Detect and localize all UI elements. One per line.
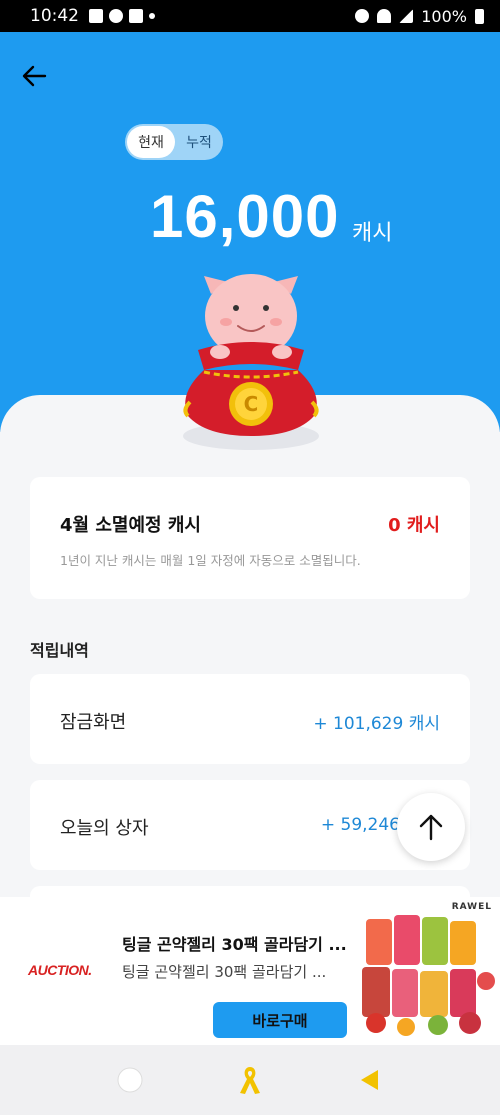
expire-title: 4월 소멸예정 캐시 <box>60 515 201 536</box>
settings-status-icon <box>109 9 123 23</box>
expire-card: 4월 소멸예정 캐시 0 캐시 1년이 지난 캐시는 매월 1일 자정에 자동으… <box>30 477 470 599</box>
history-item[interactable]: 잠금화면 + 101,629 캐시 <box>30 674 470 764</box>
expire-description: 1년이 지난 캐시는 매월 1일 자정에 자동으로 소멸됩니다. <box>60 553 361 568</box>
arrow-left-icon <box>22 65 47 87</box>
system-icons: 100% <box>355 7 484 26</box>
history-item-value: + 101,629 캐시 <box>313 714 440 734</box>
ad-banner[interactable]: AUCTION. 팅글 곤약젤리 30팩 골라담기 ... 팅글 곤약젤리 30… <box>0 897 500 1045</box>
signal-icon <box>399 9 414 23</box>
history-item-label: 잠금화면 <box>60 712 127 733</box>
battery-icon <box>475 8 484 24</box>
notification-icon <box>89 9 103 23</box>
history-item-value: + 59,246 <box>320 815 400 835</box>
back-nav-button[interactable] <box>348 1058 392 1102</box>
clock: 10:42 <box>30 6 79 26</box>
home-circle-icon <box>117 1067 143 1093</box>
pig-money-bag-icon: C <box>183 274 319 450</box>
buy-now-button[interactable]: 바로구매 <box>213 1002 347 1038</box>
notification-icons <box>89 9 155 23</box>
scroll-top-button[interactable] <box>397 793 465 861</box>
app-status-icon <box>129 9 143 23</box>
ad-brand-logo: AUCTION. <box>28 962 92 978</box>
alarm-icon <box>355 9 370 23</box>
arrow-up-icon <box>419 814 443 841</box>
ad-subtitle: 팅글 곤약젤리 30팩 골라담기 ... <box>122 963 327 981</box>
ad-product-image <box>362 915 495 1036</box>
history-title: 적립내역 <box>30 641 89 660</box>
cash-amount: 16,000 <box>150 183 340 250</box>
cash-unit: 캐시 <box>352 221 393 246</box>
expire-value: 0 캐시 <box>388 515 440 536</box>
home-button[interactable] <box>108 1058 152 1102</box>
history-item-label: 오늘의 상자 <box>60 818 149 839</box>
triangle-back-icon <box>361 1070 378 1090</box>
more-dot-icon <box>149 13 155 19</box>
battery-level: 100% <box>421 6 467 26</box>
ad-title: 팅글 곤약젤리 30팩 골라담기 ... <box>122 935 347 954</box>
back-button[interactable] <box>14 56 54 96</box>
yellow-ribbon-icon <box>240 1067 260 1094</box>
tab-cumulative[interactable]: 누적 <box>175 132 223 152</box>
wifi-icon <box>377 9 392 23</box>
period-toggle[interactable]: 현재 누적 <box>125 124 223 160</box>
ribbon-button[interactable] <box>228 1058 272 1102</box>
status-bar: 10:42 100% <box>0 0 500 32</box>
tab-current[interactable]: 현재 <box>127 126 175 158</box>
system-nav-bar <box>0 1045 500 1115</box>
svg-text:C: C <box>244 392 259 416</box>
